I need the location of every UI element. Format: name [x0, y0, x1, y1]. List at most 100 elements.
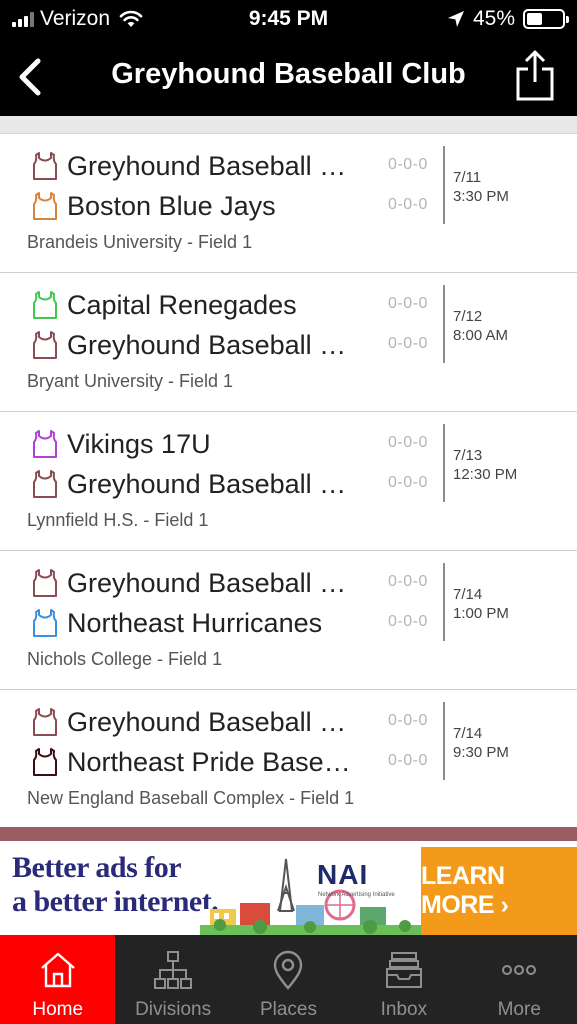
- game-time: 8:00 AM: [453, 327, 509, 344]
- ad-headline-line1: Better ads for: [12, 851, 182, 884]
- team-name: Northeast Hurricanes: [67, 608, 323, 638]
- game-datetime: 7/14 9:30 PM: [453, 724, 509, 762]
- tab-divisions[interactable]: Divisions: [115, 935, 230, 1024]
- team-record: 0-0-0: [388, 613, 428, 630]
- divider: [443, 563, 445, 641]
- divider: [443, 702, 445, 780]
- team-record: 0-0-0: [388, 712, 428, 729]
- game-datetime: 7/14 1:00 PM: [453, 585, 509, 623]
- team-record: 0-0-0: [388, 573, 428, 590]
- tab-inbox[interactable]: Inbox: [346, 935, 461, 1024]
- jersey-icon: [33, 291, 57, 319]
- game-location: Brandeis University - Field 1: [27, 232, 253, 252]
- team-away: Greyhound Baseball Club 0-0-0: [0, 466, 440, 502]
- app-screen: Verizon 9:45 PM 45% Greyhound Baseball C…: [0, 0, 577, 1024]
- ad-logo: NAI: [317, 859, 369, 890]
- game-date: 7/13: [453, 447, 483, 464]
- game-row[interactable]: Greyhound Baseball Club 0-0-0 Northeast Pr…: [0, 690, 577, 829]
- game-datetime: 7/12 8:00 AM: [453, 307, 508, 345]
- team-name: Vikings 17U: [67, 429, 211, 459]
- jersey-icon: [33, 708, 57, 736]
- inbox-icon: [385, 952, 422, 988]
- tab-places[interactable]: Places: [231, 935, 346, 1024]
- more-icon: [502, 965, 537, 975]
- game-date: 7/14: [453, 725, 483, 742]
- team-name: Greyhound Baseball Club: [67, 469, 352, 499]
- team-name: Greyhound Baseball Club: [67, 151, 352, 181]
- learn-more-button[interactable]: LEARN MORE ›: [421, 847, 577, 935]
- jersey-icon: [33, 430, 57, 458]
- tab-label: Inbox: [380, 999, 428, 1020]
- accent-divider: [0, 827, 577, 841]
- team-record: 0-0-0: [388, 156, 428, 173]
- team-record: 0-0-0: [388, 434, 428, 451]
- divider: [443, 146, 445, 224]
- jersey-icon: [33, 152, 57, 180]
- jersey-icon: [33, 331, 57, 359]
- jersey-icon: [33, 609, 57, 637]
- team-name: Boston Blue Jays: [67, 191, 276, 221]
- team-home: Greyhound Baseball Club 0-0-0: [0, 565, 440, 601]
- team-away: Northeast Hurricanes 0-0-0: [0, 605, 440, 641]
- jersey-icon: [33, 748, 57, 776]
- team-name: Greyhound Baseball Club: [67, 707, 352, 737]
- team-name: Northeast Pride Baseball: [67, 747, 352, 777]
- battery-level: [527, 13, 543, 25]
- jersey-icon: [33, 470, 57, 498]
- game-date: 7/12: [453, 308, 483, 325]
- navigation-bar: Greyhound Baseball Club: [0, 38, 577, 116]
- team-home: Greyhound Baseball Club 0-0-0: [0, 148, 440, 184]
- ad-headline: Better ads for a better internet.: [12, 851, 219, 919]
- divider: [443, 285, 445, 363]
- game-date: 7/11: [453, 169, 482, 186]
- tab-more[interactable]: More: [462, 935, 577, 1024]
- team-name: Greyhound Baseball Club: [67, 330, 352, 360]
- tab-label: More: [497, 999, 541, 1020]
- divider: [443, 424, 445, 502]
- page-title: Greyhound Baseball Club: [111, 58, 466, 90]
- game-row[interactable]: Greyhound Baseball Club 0-0-0 Northeast Hu…: [0, 551, 577, 690]
- header-divider: [0, 116, 577, 134]
- team-home: Vikings 17U 0-0-0: [0, 426, 440, 462]
- location-arrow-icon: [447, 11, 464, 27]
- tab-label: Divisions: [135, 999, 212, 1020]
- tab-bar: Home Divisions Places Inbox More: [0, 935, 577, 1024]
- game-row[interactable]: Greyhound Baseball Club 0-0-0 Boston Blue …: [0, 134, 577, 273]
- status-right: 45%: [447, 7, 569, 31]
- game-date: 7/14: [453, 586, 483, 603]
- team-away: Boston Blue Jays 0-0-0: [0, 188, 440, 224]
- game-time: 12:30 PM: [453, 466, 518, 483]
- game-row[interactable]: Capital Renegades 0-0-0 Greyhound Baseball…: [0, 273, 577, 412]
- ad-banner[interactable]: Better ads for a better internet. NAI Ne…: [0, 847, 577, 935]
- team-record: 0-0-0: [388, 752, 428, 769]
- game-time: 9:30 PM: [453, 744, 509, 761]
- ad-logo-subtitle: Network Advertising Initiative: [318, 892, 395, 898]
- schedule-list: Greyhound Baseball Club 0-0-0 Boston Blue …: [0, 134, 577, 829]
- ad-headline-line2: a better internet.: [12, 885, 219, 918]
- team-home: Greyhound Baseball Club 0-0-0: [0, 704, 440, 740]
- battery-icon: [523, 9, 569, 29]
- skyline-illustration: [200, 858, 422, 935]
- game-location: New England Baseball Complex - Field 1: [27, 788, 355, 808]
- team-away: Greyhound Baseball Club 0-0-0: [0, 327, 440, 363]
- status-bar: Verizon 9:45 PM 45%: [0, 0, 577, 38]
- jersey-icon: [33, 192, 57, 220]
- tab-home[interactable]: Home: [0, 935, 116, 1024]
- team-record: 0-0-0: [388, 295, 428, 312]
- game-location: Lynnfield H.S. - Field 1: [27, 510, 209, 530]
- game-time: 3:30 PM: [453, 188, 509, 205]
- tab-label: Places: [259, 999, 317, 1020]
- jersey-icon: [33, 569, 57, 597]
- tab-label: Home: [32, 999, 84, 1020]
- game-location: Nichols College - Field 1: [27, 649, 223, 669]
- game-time: 1:00 PM: [453, 605, 509, 622]
- hierarchy-icon: [154, 951, 193, 989]
- home-icon: [40, 952, 75, 988]
- team-home: Capital Renegades 0-0-0: [0, 287, 440, 323]
- battery-percent: 45%: [472, 7, 515, 30]
- game-datetime: 7/11 3:30 PM: [453, 168, 509, 206]
- team-record: 0-0-0: [388, 335, 428, 352]
- game-location: Bryant University - Field 1: [27, 371, 234, 391]
- game-row[interactable]: Vikings 17U 0-0-0 Greyhound Baseball Club 0…: [0, 412, 577, 551]
- share-icon[interactable]: [513, 50, 557, 102]
